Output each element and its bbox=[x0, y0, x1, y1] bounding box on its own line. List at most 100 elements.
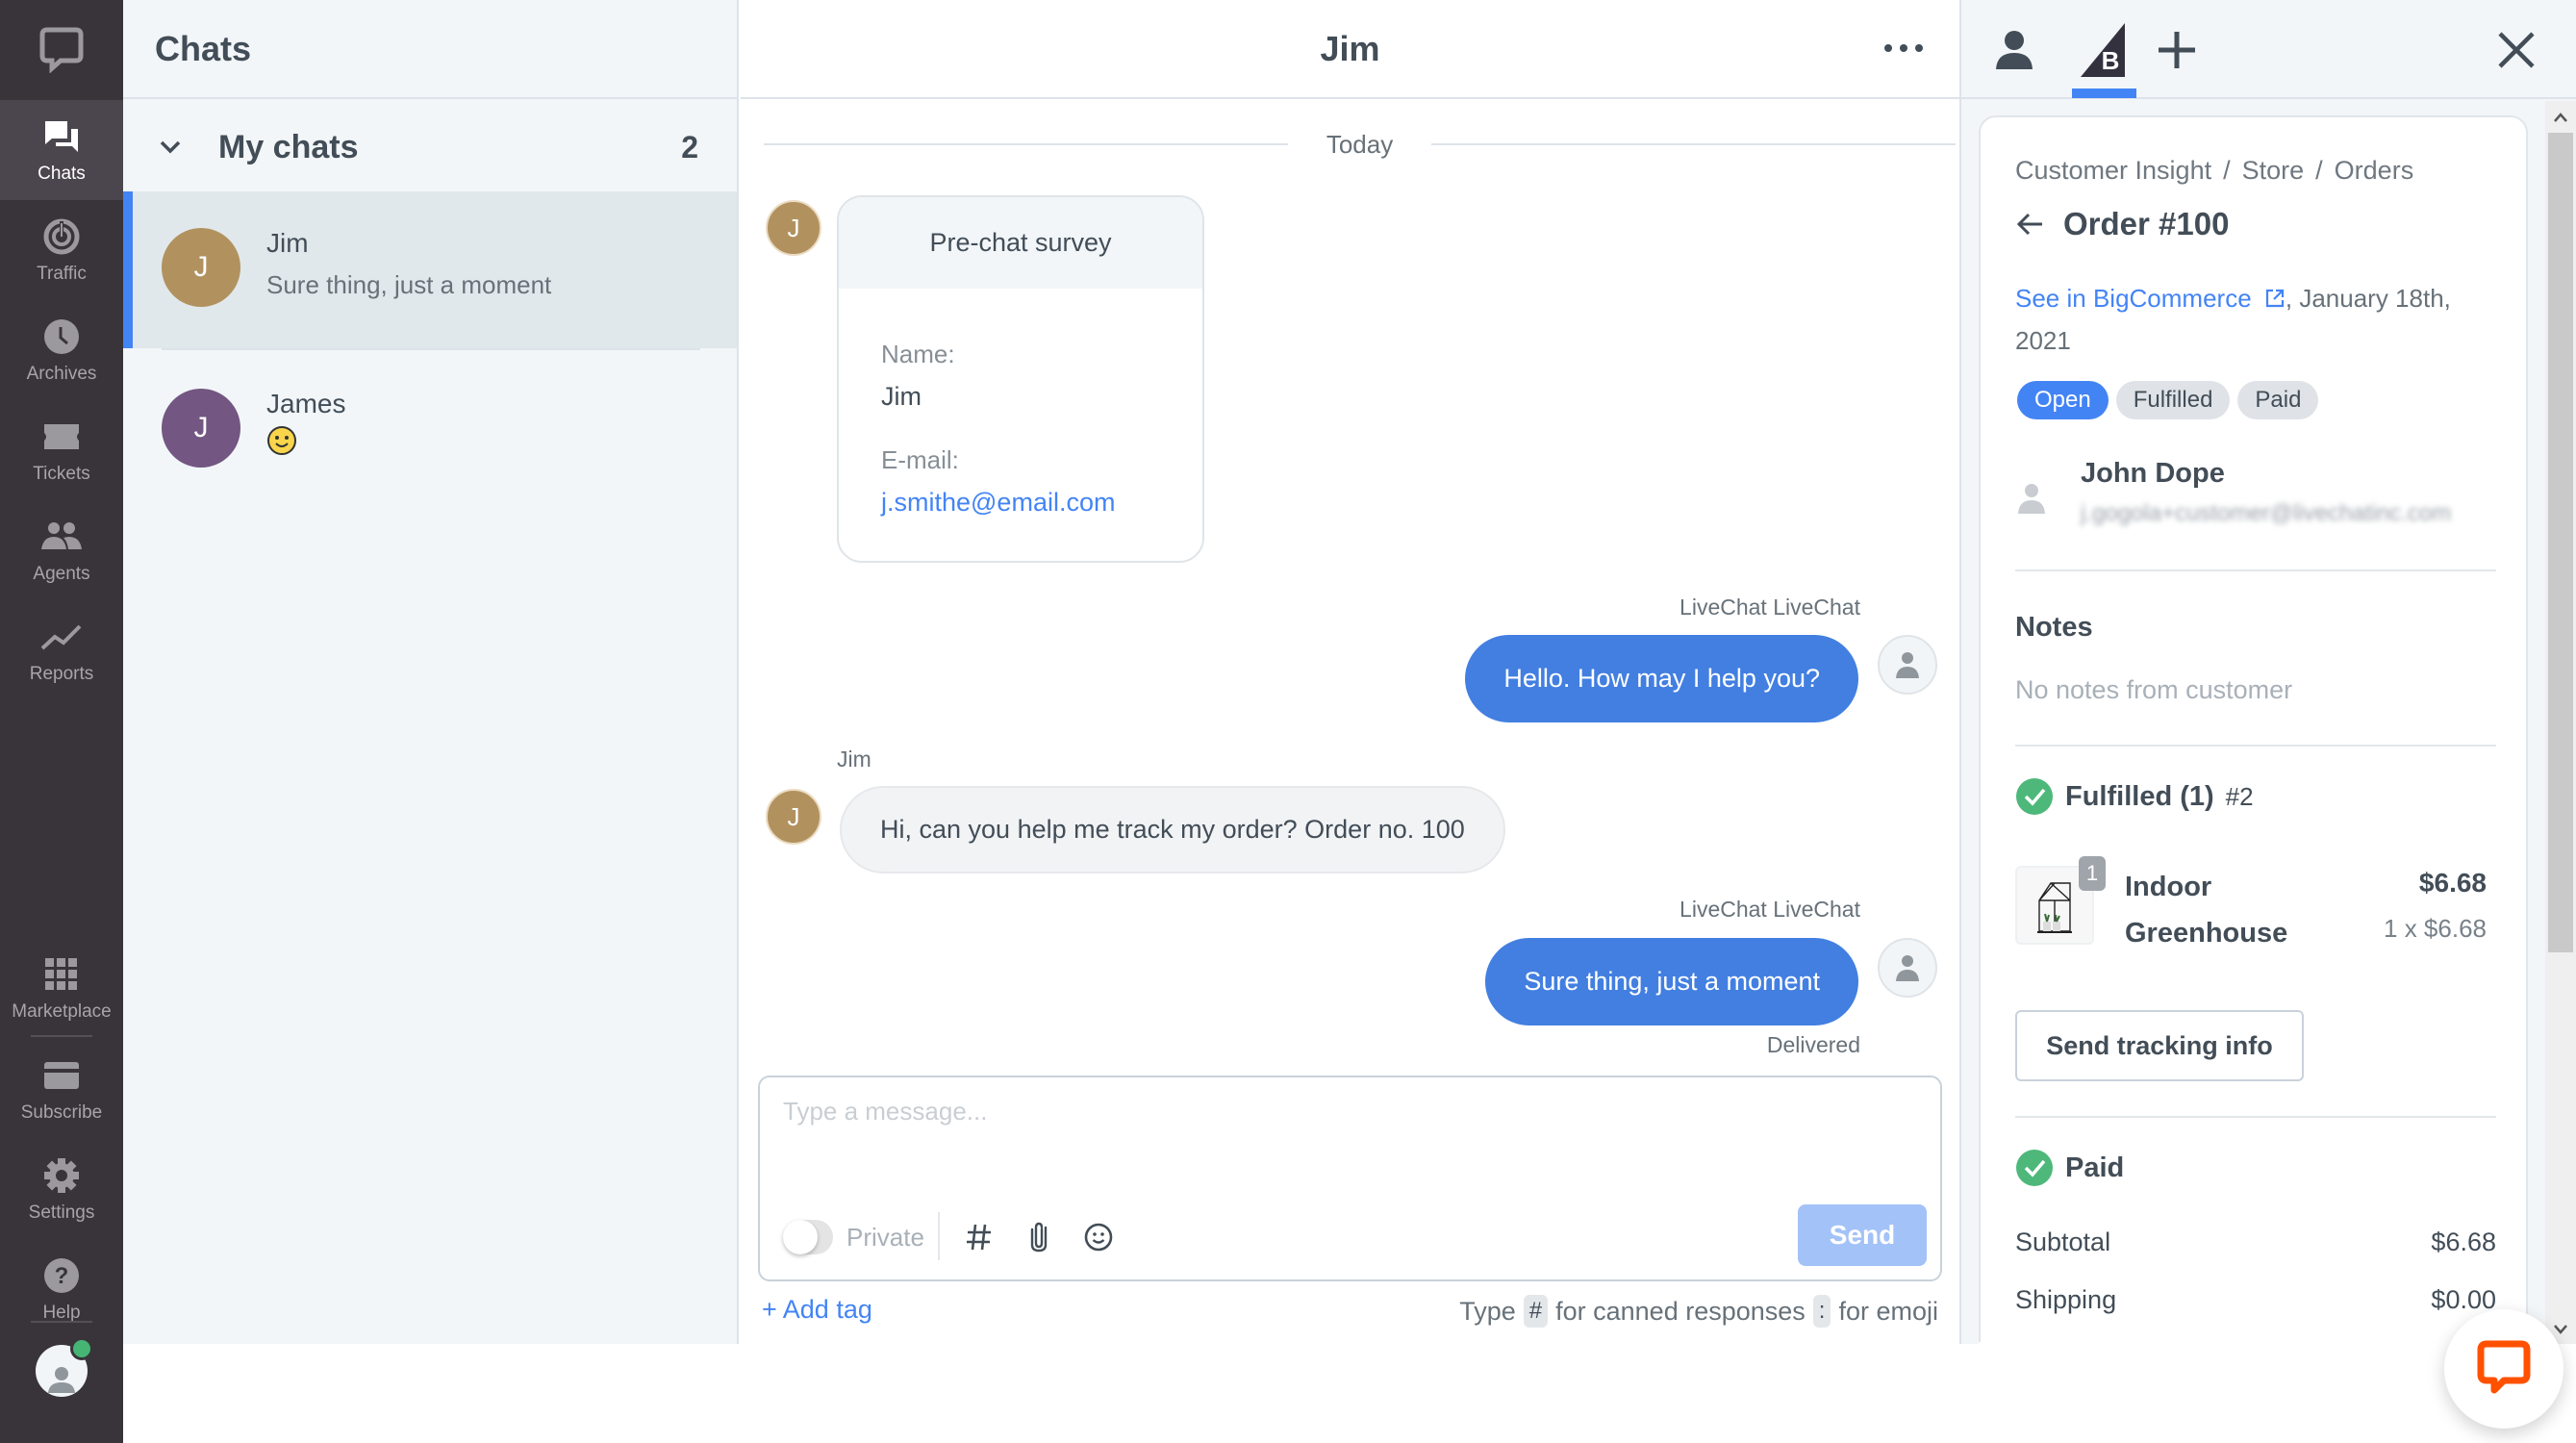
more-options-button[interactable] bbox=[1884, 37, 1923, 60]
link-label: See in BigCommerce bbox=[2015, 284, 2252, 313]
details-scrollbar[interactable] bbox=[2545, 101, 2576, 1344]
agents-icon bbox=[40, 516, 83, 558]
sidebar-item-label: Chats bbox=[38, 164, 86, 184]
customer-avatar-icon bbox=[2018, 484, 2045, 514]
back-arrow-icon[interactable] bbox=[2015, 209, 2046, 240]
livechat-widget-button[interactable] bbox=[2444, 1309, 2563, 1429]
quantity-badge: 1 bbox=[2079, 856, 2106, 891]
more-dots-icon bbox=[1884, 44, 1892, 52]
customer-avatar: J bbox=[766, 200, 821, 256]
sidebar-item-settings[interactable]: Settings bbox=[0, 1139, 123, 1239]
greenhouse-image bbox=[2037, 882, 2072, 933]
breadcrumb-item[interactable]: Store bbox=[2242, 156, 2305, 186]
add-tag-link[interactable]: + Add tag bbox=[762, 1295, 872, 1325]
close-icon[interactable] bbox=[2495, 29, 2538, 71]
customer-info: John Dope j.gogola+customer@livechatinc.… bbox=[2015, 454, 2496, 560]
chat-panel: Jim Today J Pre-chat survey Name: Jim E-… bbox=[741, 0, 1961, 1344]
livechat-logo[interactable] bbox=[0, 0, 123, 100]
message-input[interactable] bbox=[783, 1097, 1918, 1183]
summary-row: Subtotal $6.68 bbox=[2015, 1228, 2496, 1257]
canned-responses-button[interactable] bbox=[960, 1218, 998, 1256]
send-tracking-info-button[interactable]: Send tracking info bbox=[2015, 1010, 2304, 1081]
chat-list-header: Chats bbox=[123, 0, 737, 99]
chat-name: James bbox=[266, 389, 346, 418]
status-badge-fulfilled: Fulfilled bbox=[2115, 381, 2231, 419]
breadcrumb-item[interactable]: Orders bbox=[2335, 156, 2414, 186]
toggle-knob bbox=[783, 1220, 818, 1254]
chat-header: Jim bbox=[741, 0, 1959, 99]
more-dots-icon bbox=[1900, 44, 1907, 52]
sidebar-item-tickets[interactable]: Tickets bbox=[0, 400, 123, 500]
date-divider: Today bbox=[764, 127, 1957, 162]
status-badge-open: Open bbox=[2017, 381, 2109, 419]
reports-icon bbox=[40, 616, 83, 658]
scroll-up-button[interactable] bbox=[2545, 101, 2576, 133]
divider-line bbox=[764, 143, 1288, 145]
chat-list-panel: Chats My chats 2 J Jim Sure thing, just … bbox=[123, 0, 739, 1344]
livechat-widget-icon bbox=[2477, 1340, 2531, 1394]
sidebar-item-label: Subscribe bbox=[20, 1102, 103, 1123]
emoji-button[interactable] bbox=[1079, 1218, 1118, 1256]
tab-bigcommerce[interactable]: B bbox=[2075, 21, 2133, 79]
composer-hint: Type # for canned responses : for emoji bbox=[1459, 1295, 1938, 1328]
agent-avatar bbox=[1878, 635, 1937, 695]
tab-customer[interactable] bbox=[1985, 21, 2043, 79]
breadcrumb-separator: / bbox=[2315, 156, 2323, 185]
sidebar-item-marketplace[interactable]: Marketplace bbox=[0, 938, 123, 1038]
chat-list-item[interactable]: J Jim Sure thing, just a moment bbox=[123, 191, 737, 348]
chat-name: Jim bbox=[266, 228, 309, 258]
sidebar-item-label: Archives bbox=[26, 364, 97, 384]
customer-avatar: J bbox=[766, 789, 821, 845]
chat-list-item[interactable]: J James bbox=[123, 352, 737, 509]
chevron-up-icon bbox=[2554, 112, 2567, 122]
chat-title: Jim bbox=[1320, 29, 1380, 68]
sidebar-item-reports[interactable]: Reports bbox=[0, 600, 123, 700]
scrollbar-thumb[interactable] bbox=[2548, 133, 2573, 952]
order-title-row: Order #100 bbox=[2015, 206, 2229, 242]
sidebar-item-agents[interactable]: Agents bbox=[0, 500, 123, 600]
pre-chat-survey-card: Pre-chat survey Name: Jim E-mail: j.smit… bbox=[837, 195, 1204, 563]
agent-avatar bbox=[1878, 938, 1937, 998]
survey-email-link[interactable]: j.smithe@email.com bbox=[881, 488, 1115, 518]
livechat-logo-icon bbox=[39, 27, 84, 73]
summary-row: Shipping $0.00 bbox=[2015, 1285, 2496, 1315]
message-author: LiveChat LiveChat bbox=[1679, 595, 1860, 620]
sidebar-item-help[interactable]: ? Help bbox=[0, 1239, 123, 1339]
product-total-price: $6.68 bbox=[2418, 868, 2487, 898]
order-card: Customer Insight / Store / Orders Order … bbox=[1979, 115, 2528, 1366]
my-chats-group-toggle[interactable]: My chats 2 bbox=[123, 114, 737, 181]
svg-text:?: ? bbox=[55, 1263, 69, 1289]
active-tab-indicator bbox=[2072, 89, 2136, 98]
sidebar-item-traffic[interactable]: Traffic bbox=[0, 200, 123, 300]
tickets-icon bbox=[40, 416, 83, 458]
user-avatar[interactable] bbox=[36, 1337, 93, 1397]
help-icon: ? bbox=[40, 1254, 83, 1297]
summary-label: Subtotal bbox=[2015, 1228, 2111, 1256]
chevron-down-icon bbox=[2554, 1324, 2567, 1334]
sidebar-divider bbox=[31, 1035, 92, 1037]
avatar: J bbox=[162, 228, 240, 307]
chat-preview: Sure thing, just a moment bbox=[266, 270, 552, 299]
section-divider bbox=[2015, 570, 2496, 571]
see-in-bigcommerce-link[interactable]: See in BigCommerce bbox=[2015, 284, 2286, 313]
sidebar-item-chats[interactable]: Chats bbox=[0, 100, 123, 200]
sidebar-item-subscribe[interactable]: Subscribe bbox=[0, 1039, 123, 1139]
avatar: J bbox=[162, 389, 240, 468]
customer-name: John Dope bbox=[2081, 458, 2225, 490]
summary-value: $6.68 bbox=[2431, 1228, 2496, 1256]
private-toggle[interactable] bbox=[783, 1220, 833, 1254]
sidebar-item-label: Traffic bbox=[37, 264, 87, 284]
group-label: My chats bbox=[218, 128, 359, 165]
archives-icon bbox=[40, 316, 83, 358]
attach-file-button[interactable] bbox=[1020, 1218, 1058, 1256]
summary-value: $0.00 bbox=[2431, 1285, 2496, 1314]
subscribe-icon bbox=[40, 1054, 83, 1097]
product-quantity-price: 1 x $6.68 bbox=[2384, 914, 2487, 943]
sidebar-item-archives[interactable]: Archives bbox=[0, 300, 123, 400]
send-button[interactable]: Send bbox=[1798, 1204, 1927, 1266]
online-status-dot bbox=[70, 1337, 93, 1360]
chats-icon bbox=[40, 115, 83, 158]
tab-add-app[interactable] bbox=[2148, 21, 2206, 79]
breadcrumb-item[interactable]: Customer Insight bbox=[2015, 156, 2211, 186]
hint-text: for canned responses bbox=[1555, 1296, 1806, 1326]
